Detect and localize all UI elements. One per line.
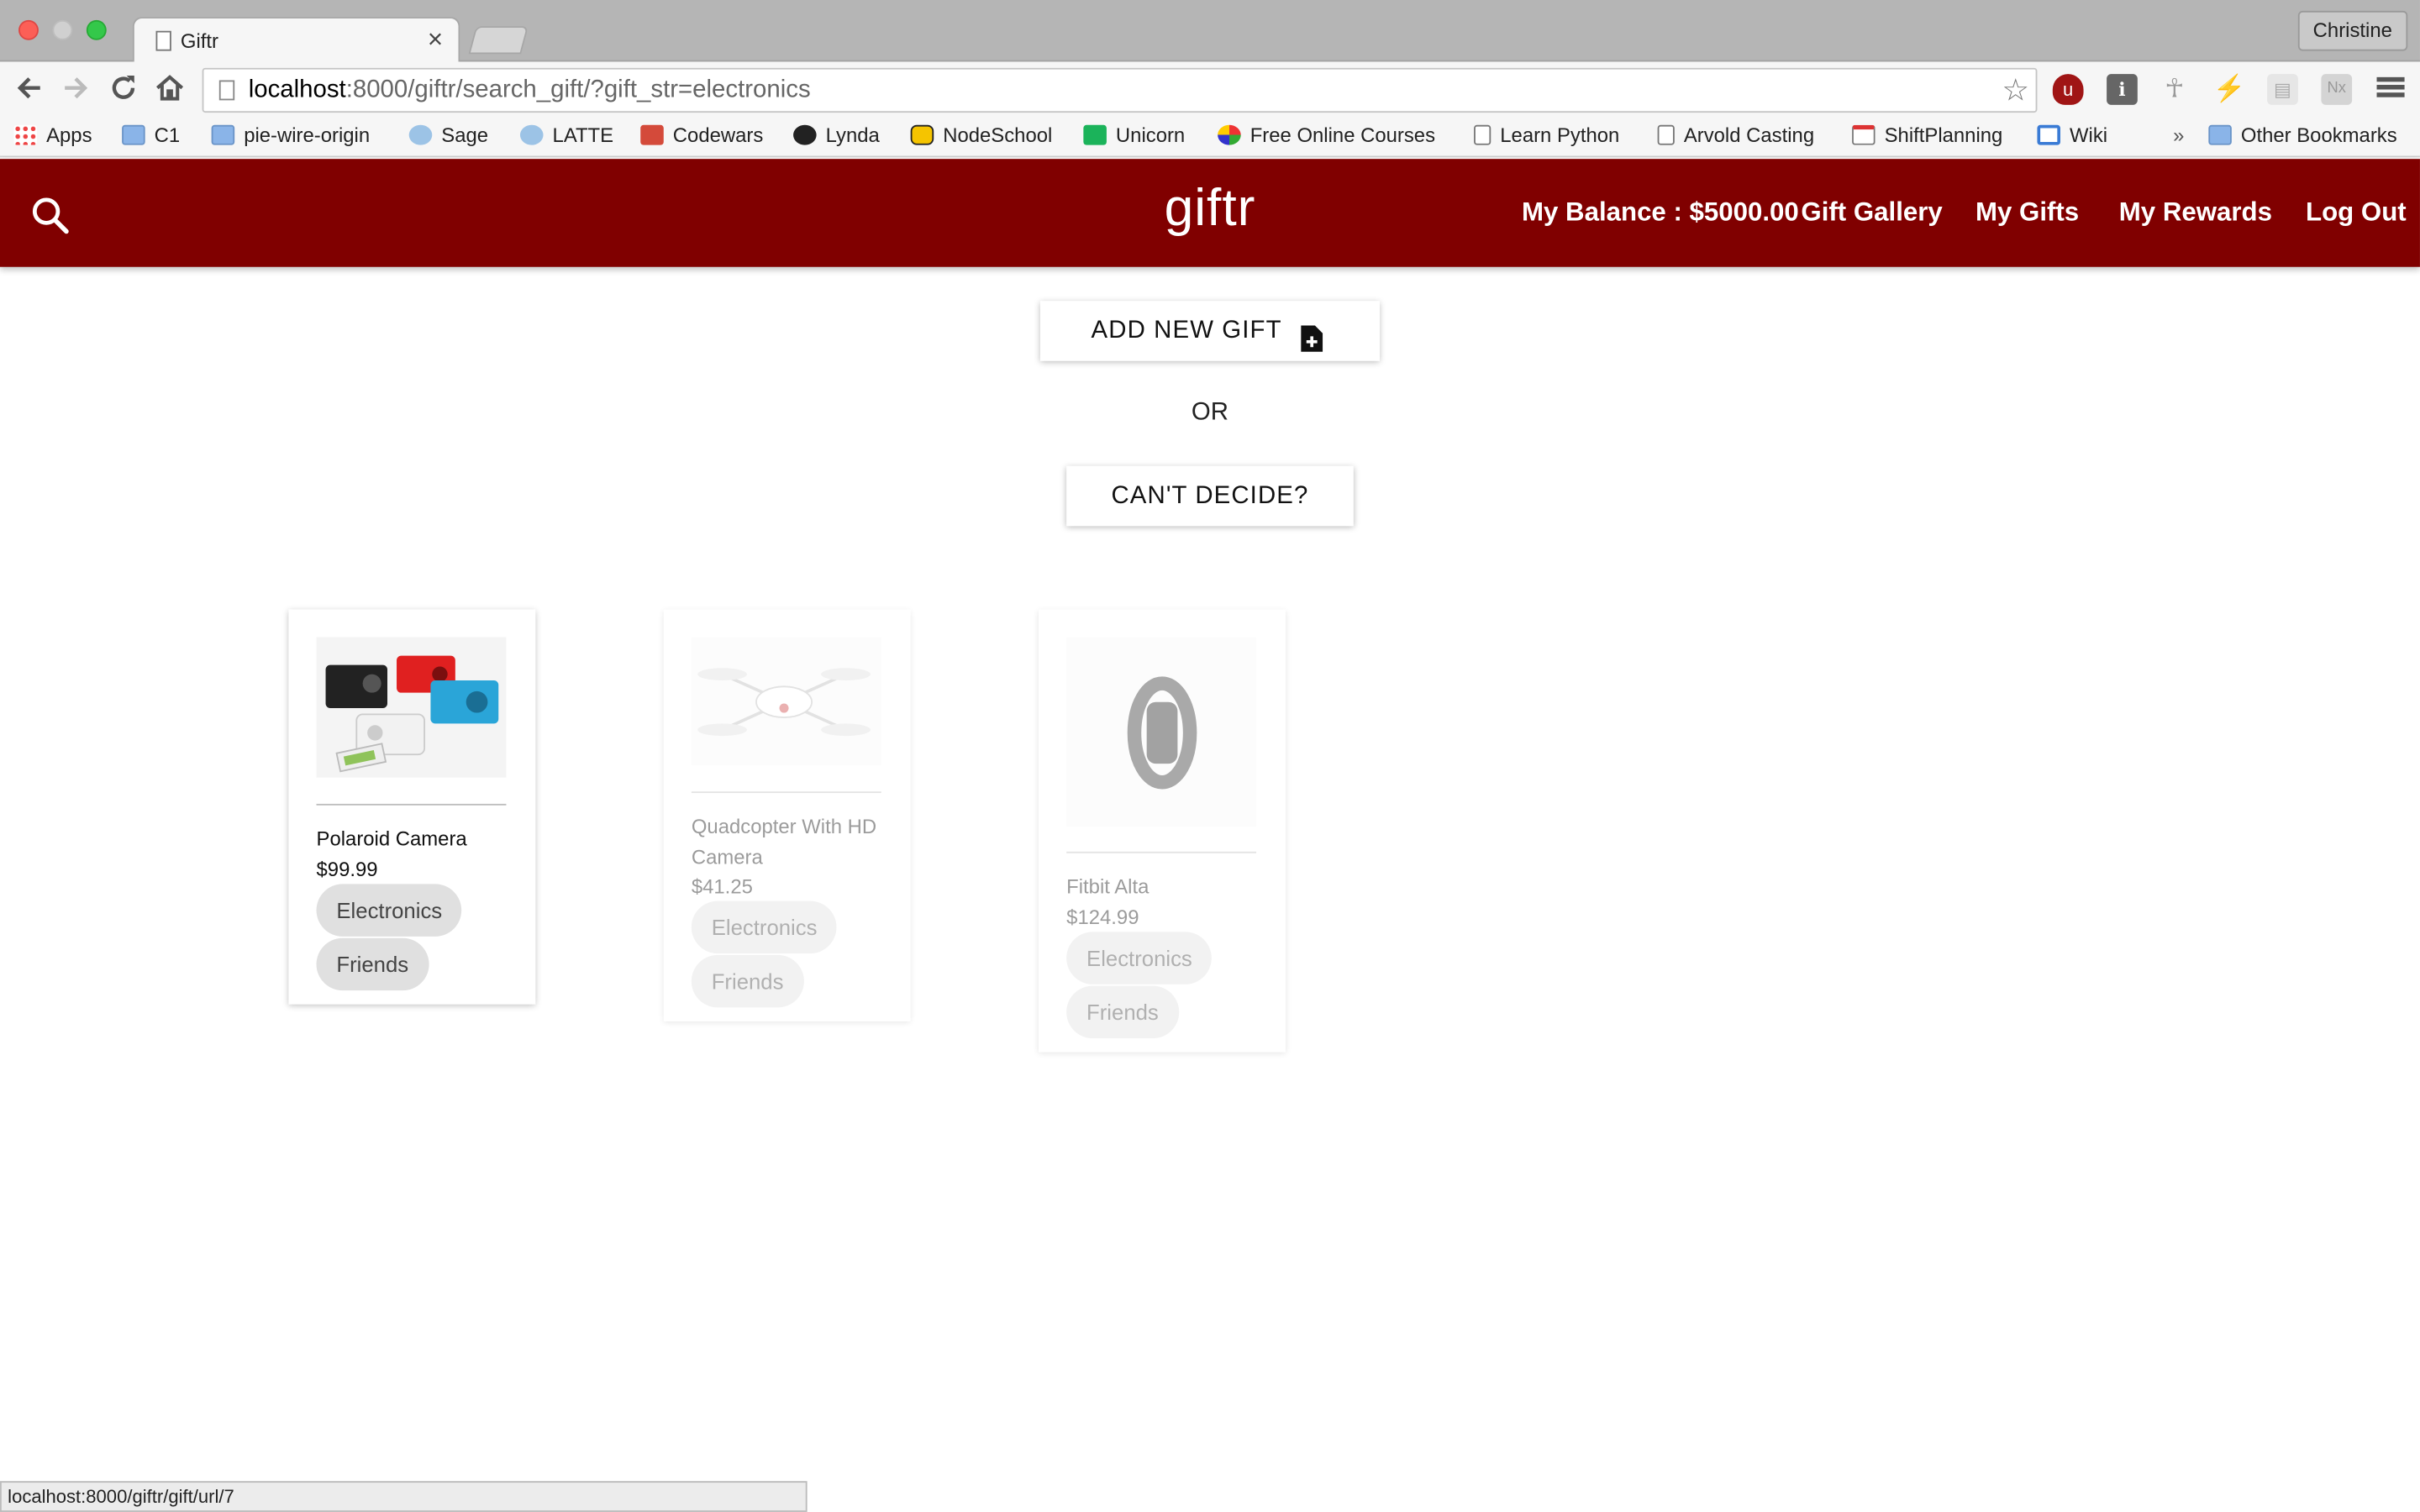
latte-icon	[519, 124, 544, 145]
gift-card[interactable]: Quadcopter With HD Camera $41.25 Electro…	[663, 609, 911, 1021]
bookmark-star-icon[interactable]: ☆	[2002, 71, 2029, 109]
bookmark-sage[interactable]: Sage	[408, 123, 488, 151]
card-divider	[316, 803, 507, 806]
bookmark-free-online-courses[interactable]: Free Online Courses	[1218, 123, 1435, 151]
bookmark-codewars[interactable]: Codewars	[640, 123, 763, 151]
card-divider	[691, 791, 881, 794]
courses-icon	[1218, 124, 1241, 145]
card-divider	[1066, 851, 1257, 853]
gift-price: $124.99	[1066, 906, 1139, 929]
gift-card[interactable]: Fitbit Alta $124.99 Electronics Friends	[1039, 609, 1286, 1053]
tag-chip[interactable]: Friends	[691, 954, 804, 1008]
address-bar[interactable]: localhost:8000/giftr/search_gift/?gift_s…	[202, 67, 2038, 113]
lightning-extension-icon[interactable]: ⚡	[2213, 74, 2246, 105]
tag-chip[interactable]: Friends	[1066, 985, 1179, 1039]
bookmark-unicorn[interactable]: Unicorn	[1083, 123, 1185, 151]
tab-title: Giftr	[180, 29, 219, 53]
bookmark-other-bookmarks[interactable]: Other Bookmarks	[2208, 123, 2397, 151]
gift-name: Polaroid Camera	[316, 827, 467, 851]
bookmark-pie-wire-origin[interactable]: pie-wire-origin	[211, 123, 370, 151]
zoom-window-button[interactable]	[86, 19, 107, 40]
balance-display: My Balance : $5000.00	[1521, 197, 1799, 227]
codewars-icon	[640, 124, 664, 145]
bookmarks-bar: Apps C1 pie-wire-origin Sage LATTE Codew…	[0, 117, 2420, 158]
nx-extension-icon[interactable]: Nx	[2321, 74, 2353, 105]
bookmark-c1[interactable]: C1	[122, 123, 180, 151]
gift-price: $99.99	[316, 858, 378, 881]
nav-log-out[interactable]: Log Out	[2306, 197, 2407, 228]
address-url: localhost:8000/giftr/search_gift/?gift_s…	[248, 76, 811, 104]
nav-my-gifts[interactable]: My Gifts	[1975, 197, 2079, 228]
ublock-extension-icon[interactable]: u	[2052, 74, 2084, 105]
page-icon	[1474, 124, 1491, 145]
cant-decide-button[interactable]: CAN'T DECIDE?	[1066, 465, 1354, 527]
wiki-icon	[2037, 124, 2060, 145]
bookmarks-overflow-chevron-icon[interactable]: »	[2173, 123, 2184, 151]
lynda-icon	[793, 124, 817, 145]
add-file-icon	[1300, 317, 1324, 377]
browser-tab[interactable]: Giftr ×	[132, 17, 460, 64]
tag-chip[interactable]: Electronics	[1066, 932, 1213, 984]
apps-grid-icon	[13, 124, 38, 145]
tag-chip[interactable]: Electronics	[691, 900, 838, 954]
bookmark-shiftplanning[interactable]: ShiftPlanning	[1852, 123, 2002, 151]
bookmark-nodeschool[interactable]: NodeSchool	[910, 123, 1052, 151]
or-divider-text: OR	[1191, 399, 1229, 426]
nav-gift-gallery[interactable]: Gift Gallery	[1801, 197, 1942, 228]
home-icon[interactable]	[151, 71, 188, 108]
page-info-icon	[218, 80, 235, 101]
bookmark-apps[interactable]: Apps	[13, 123, 92, 151]
polaroid-camera-image	[316, 637, 507, 778]
reload-icon[interactable]	[105, 71, 142, 108]
folder-icon	[211, 124, 235, 145]
page-icon	[155, 30, 171, 51]
quadcopter-drone-image	[691, 637, 881, 766]
profile-button[interactable]: Christine	[2297, 10, 2408, 51]
ankh-extension-icon[interactable]: ☥	[2160, 74, 2191, 105]
back-arrow-icon[interactable]	[11, 71, 48, 108]
tag-chip[interactable]: Electronics	[316, 884, 463, 937]
bookmark-learn-python[interactable]: Learn Python	[1474, 123, 1619, 151]
reader-extension-icon[interactable]: ▤	[2267, 74, 2298, 105]
sage-icon	[408, 124, 433, 145]
app-header: giftr My Balance : $5000.00 Gift Gallery…	[0, 159, 2420, 267]
link-status-bar: localhost:8000/giftr/gift/url/7	[0, 1481, 808, 1512]
new-tab-button[interactable]	[468, 26, 529, 55]
lightbulb-extension-icon[interactable]: ℹ	[2107, 74, 2138, 105]
nodeschool-icon	[910, 124, 934, 145]
tab-close-icon[interactable]: ×	[428, 24, 443, 55]
browser-toolbar: localhost:8000/giftr/search_gift/?gift_s…	[0, 61, 2420, 118]
chrome-menu-icon[interactable]	[2376, 76, 2405, 99]
browser-titlebar: Giftr × Christine	[0, 0, 2420, 64]
close-window-button[interactable]	[18, 19, 39, 40]
gift-name: Fitbit Alta	[1066, 874, 1150, 898]
page-icon	[1657, 124, 1675, 145]
tag-chip[interactable]: Friends	[316, 937, 429, 991]
calendar-icon	[1852, 124, 1876, 145]
gift-name: Quadcopter With HD Camera	[691, 814, 877, 869]
fitbit-band-image	[1066, 637, 1257, 827]
gift-price: $41.25	[691, 874, 753, 898]
add-new-gift-button[interactable]: ADD NEW GIFT	[1039, 301, 1381, 361]
nav-my-rewards[interactable]: My Rewards	[2119, 197, 2272, 228]
bookmark-wiki[interactable]: Wiki	[2037, 123, 2107, 151]
minimize-window-button[interactable]	[52, 19, 73, 40]
folder-icon	[122, 124, 145, 145]
forward-arrow-icon[interactable]	[57, 71, 94, 108]
unicorn-icon	[1083, 124, 1107, 145]
folder-icon	[2208, 124, 2232, 145]
bookmark-arvold-casting[interactable]: Arvold Casting	[1657, 123, 1814, 151]
bookmark-latte[interactable]: LATTE	[519, 123, 613, 151]
gift-card[interactable]: Polaroid Camera $99.99 Electronics Frien…	[288, 609, 536, 1005]
bookmark-lynda[interactable]: Lynda	[793, 123, 880, 151]
add-new-gift-label: ADD NEW GIFT	[1091, 318, 1282, 344]
